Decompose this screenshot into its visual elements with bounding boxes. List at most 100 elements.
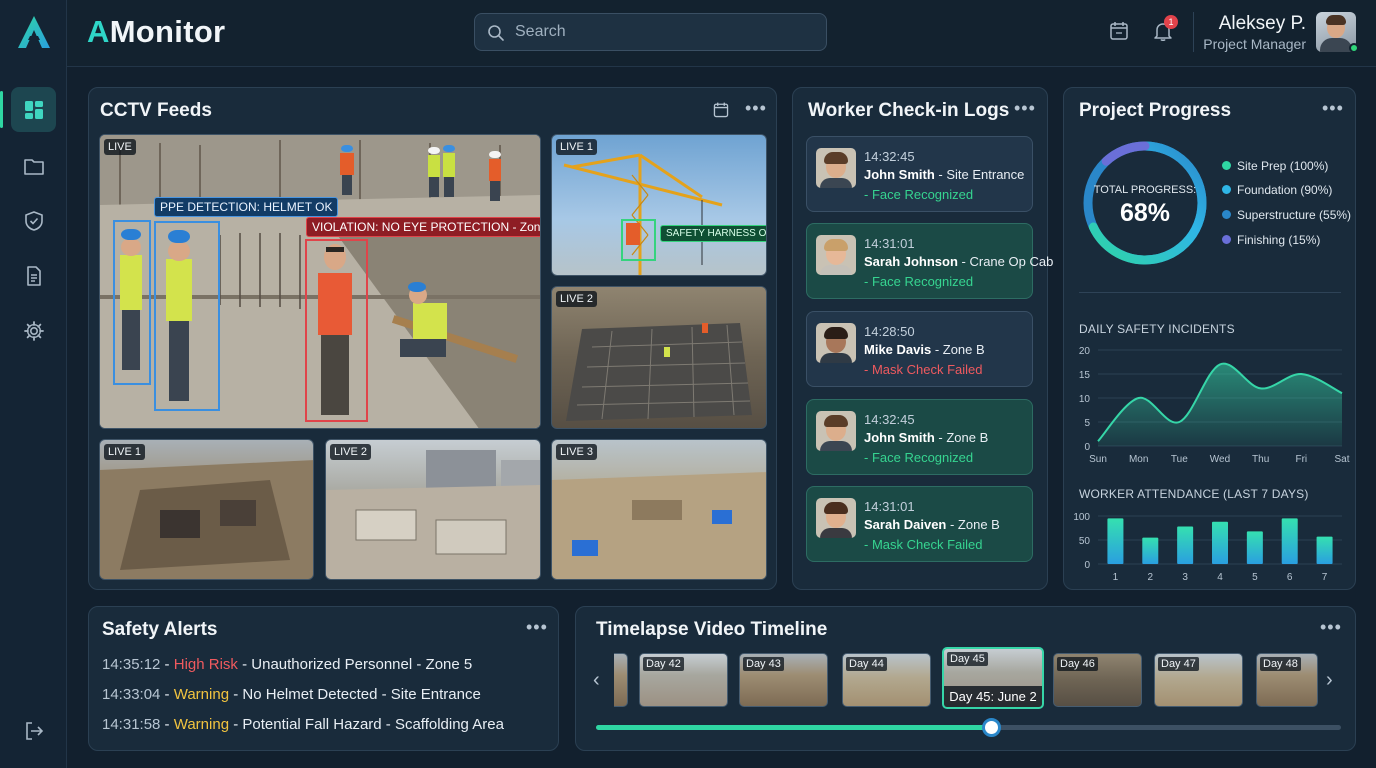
timelapse-thumb[interactable]: Day 43 [739,653,828,707]
worker-checkin-panel: Worker Check-in Logs ••• 14:32:45 John S… [792,87,1053,590]
x-tick-label: Thu [1252,454,1269,465]
safety-alerts-panel: Safety Alerts ••• 14:35:12 - High Risk -… [88,606,559,751]
legend-finishing: Finishing (15%) [1222,233,1320,247]
timelapse-thumb[interactable]: Day 46 [1053,653,1142,707]
x-tick-label: Tue [1171,454,1188,465]
x-tick-label: Sun [1089,454,1107,465]
ppe-detection-tag: PPE DETECTION: HELMET OK [154,197,339,217]
timelapse-thumb-selected[interactable]: Day 45 Day 45: June 2 [942,647,1044,709]
timelapse-thumb[interactable]: Day 48 [1256,653,1318,707]
cctv-side-feed-1[interactable]: SAFETY HARNESS OK LIVE 1 [551,134,767,276]
cctv-side-feed-2[interactable]: LIVE 2 [551,286,767,429]
alert-item[interactable]: 14:35:12 - High Risk - Unauthorized Pers… [102,656,472,673]
attendance-bar [1246,531,1263,564]
worker-photo [816,323,856,363]
x-tick-label: Wed [1210,454,1230,465]
legend-superstructure: Superstructure (55%) [1222,208,1351,222]
user-name: Aleksey P. [1218,13,1306,34]
cctv-more-button[interactable]: ••• [745,98,767,119]
sidebar-item-safety[interactable] [11,198,56,243]
y-tick-label: 0 [1084,560,1090,571]
sidebar-item-dashboard[interactable] [0,87,56,132]
detection-box [154,221,220,411]
sidebar-item-reports[interactable] [11,253,56,298]
timelapse-thumb[interactable]: Day 44 [842,653,931,707]
checkin-time: 14:31:01 [864,499,915,514]
checkin-card[interactable]: 14:32:45 John Smith - Zone B - Face Reco… [806,399,1033,475]
attendance-bar [1107,518,1124,564]
search-box [474,13,827,51]
checkin-title: Worker Check-in Logs [808,100,1010,121]
cctv-main-feed[interactable]: PPE DETECTION: HELMET OK VIOLATION: NO E… [99,134,541,429]
project-progress-panel: Project Progress ••• TOTAL PROGRESS: 68%… [1063,87,1356,590]
site-scene-graphic [326,450,540,579]
checkin-time: 14:32:45 [864,412,915,427]
search-input[interactable] [515,14,815,50]
timeline-scrubber-fill [596,725,991,730]
foundation-pit-graphic [566,323,752,421]
x-tick-label: 1 [1113,572,1119,583]
header-divider [1193,12,1194,52]
alert-item[interactable]: 14:31:58 - Warning - Potential Fall Haza… [102,716,504,733]
y-tick-label: 15 [1079,370,1091,381]
attendance-bar [1142,537,1159,564]
worker-attendance-chart: 0 50 100 1 2 3 4 5 6 7 [1073,512,1342,583]
search-icon [488,25,504,41]
calendar-icon[interactable] [712,101,730,119]
progress-title: Project Progress [1079,100,1232,121]
checkin-card[interactable]: 14:32:45 John Smith - Site Entrance - Fa… [806,136,1033,212]
checkin-card[interactable]: 14:31:01 Sarah Daiven - Zone B - Mask Ch… [806,486,1033,562]
dashboard-icon [24,100,43,119]
violation-tag: VIOLATION: NO EYE PROTECTION - Zone 3 [306,217,540,237]
checkin-status: - Face Recognized [864,450,974,465]
document-icon [26,265,41,286]
sidebar-item-files[interactable] [11,143,56,188]
legend-foundation: Foundation (90%) [1222,183,1332,197]
timelapse-thumb[interactable]: Day 42 [639,653,728,707]
checkin-worker: John Smith - Site Entrance [864,167,1025,182]
chevron-right-icon[interactable]: › [1326,669,1333,692]
y-tick-label: 50 [1079,536,1091,547]
y-tick-label: 5 [1084,418,1090,429]
timelapse-more-button[interactable]: ••• [1320,617,1342,638]
checkin-card[interactable]: 14:28:50 Mike Davis - Zone B - Mask Chec… [806,311,1033,387]
x-tick-label: 3 [1182,572,1188,583]
total-progress-value: 68% [1119,199,1171,227]
crane-scene-graphic [563,153,723,275]
checkin-worker: Mike Davis - Zone B [864,342,985,357]
notification-badge: 1 [1164,15,1178,29]
sidebar-item-settings[interactable] [11,308,56,353]
timeline-scrubber-handle[interactable] [981,718,1001,737]
worker-photo [816,148,856,188]
alerts-more-button[interactable]: ••• [526,617,548,638]
legend-site-prep: Site Prep (100%) [1222,159,1328,173]
section-divider [1079,292,1341,293]
x-tick-label: 5 [1252,572,1258,583]
progress-more-button[interactable]: ••• [1322,98,1344,119]
checkin-status: - Face Recognized [864,274,974,289]
cctv-bottom-feed-2[interactable]: LIVE 2 [325,439,541,580]
amonitor-logo [18,16,50,48]
cctv-bottom-feed-1[interactable]: LIVE 1 [99,439,314,580]
checkin-worker: Sarah Johnson - Crane Op Cab [864,254,1054,269]
checkin-card[interactable]: 14:31:01 Sarah Johnson - Crane Op Cab - … [806,223,1053,299]
y-tick-label: 0 [1084,442,1090,453]
calendar-icon[interactable] [1108,20,1130,42]
alerts-title: Safety Alerts [102,619,218,640]
logout-icon [25,721,43,740]
x-tick-label: 7 [1322,572,1328,583]
cam-label: LIVE 3 [556,444,598,460]
cctv-bottom-feed-3[interactable]: LIVE 3 [551,439,767,580]
chevron-left-icon[interactable]: ‹ [593,669,600,692]
selected-day-caption: Day 45: June 2 [944,686,1042,707]
x-tick-label: 2 [1148,572,1154,583]
logout-button[interactable] [11,708,56,753]
timelapse-thumb[interactable]: Day 47 [1154,653,1243,707]
user-role: Project Manager [1203,36,1306,52]
y-tick-label: 100 [1073,512,1090,523]
cam-label: LIVE 1 [104,444,146,460]
checkin-more-button[interactable]: ••• [1014,98,1036,119]
timelapse-thumb-partial[interactable] [614,653,628,707]
timeline-scrubber-track[interactable] [596,718,1341,737]
alert-item[interactable]: 14:33:04 - Warning - No Helmet Detected … [102,686,481,703]
